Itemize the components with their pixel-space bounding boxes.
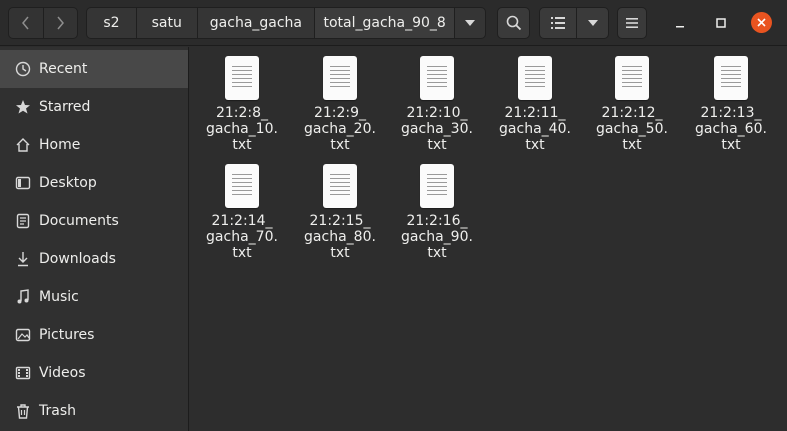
sidebar-item-music[interactable]: Music xyxy=(0,278,188,316)
file-item[interactable]: 21:2:15_ gacha_80. txt xyxy=(292,164,388,261)
path-bar: s2 satu gacha_gacha total_gacha_90_8 xyxy=(86,7,486,39)
file-item[interactable]: 21:2:12_ gacha_50. txt xyxy=(584,56,680,153)
sidebar-item-trash[interactable]: Trash xyxy=(0,392,188,430)
sidebar-item-label: Videos xyxy=(39,365,86,381)
file-name: 21:2:8_ gacha_10. txt xyxy=(206,105,278,153)
triangle-down-icon xyxy=(465,20,476,26)
maximize-icon xyxy=(716,18,726,28)
view-menu-button[interactable] xyxy=(577,8,608,38)
sidebar-item-desktop[interactable]: Desktop xyxy=(0,164,188,202)
search-button[interactable] xyxy=(497,7,530,39)
file-name: 21:2:14_ gacha_70. txt xyxy=(206,213,278,261)
text-file-icon xyxy=(518,56,552,100)
text-file-icon xyxy=(615,56,649,100)
sidebar-item-label: Downloads xyxy=(39,251,116,267)
videos-icon xyxy=(15,365,31,381)
back-button[interactable] xyxy=(9,8,43,38)
pictures-icon xyxy=(15,327,31,343)
sidebar: Recent Starred Home Desktop Documents Do… xyxy=(0,47,189,431)
forward-button[interactable] xyxy=(42,8,78,38)
file-name: 21:2:11_ gacha_40. txt xyxy=(499,105,571,153)
sidebar-item-label: Desktop xyxy=(39,175,97,191)
file-item[interactable]: 21:2:8_ gacha_10. txt xyxy=(194,56,290,153)
sidebar-item-videos[interactable]: Videos xyxy=(0,354,188,392)
breadcrumb-satu[interactable]: satu xyxy=(137,8,198,38)
breadcrumb-current-folder[interactable]: total_gacha_90_8 xyxy=(315,8,456,38)
text-file-icon xyxy=(225,56,259,100)
text-file-icon xyxy=(323,56,357,100)
sidebar-item-starred[interactable]: Starred xyxy=(0,88,188,126)
desktop-icon xyxy=(15,175,31,191)
sidebar-item-documents[interactable]: Documents xyxy=(0,202,188,240)
navigation-buttons xyxy=(8,7,78,39)
close-icon xyxy=(757,18,766,27)
file-name: 21:2:9_ gacha_20. txt xyxy=(304,105,376,153)
file-item[interactable]: 21:2:16_ gacha_90. txt xyxy=(389,164,485,261)
triangle-down-icon xyxy=(587,20,598,26)
sidebar-item-label: Pictures xyxy=(39,327,95,343)
file-item[interactable]: 21:2:14_ gacha_70. txt xyxy=(194,164,290,261)
minimize-button[interactable] xyxy=(670,14,690,32)
text-file-icon xyxy=(420,56,454,100)
close-button[interactable] xyxy=(751,12,772,33)
maximize-button[interactable] xyxy=(711,14,731,32)
sidebar-item-label: Documents xyxy=(39,213,119,229)
text-file-icon xyxy=(225,164,259,208)
file-item[interactable]: 21:2:11_ gacha_40. txt xyxy=(487,56,583,153)
breadcrumb-gacha-gacha[interactable]: gacha_gacha xyxy=(198,8,316,38)
view-options xyxy=(539,7,609,39)
minimize-icon xyxy=(676,26,684,28)
sidebar-item-label: Home xyxy=(39,137,81,153)
clock-icon xyxy=(15,61,31,77)
file-view: 21:2:8_ gacha_10. txt 21:2:9_ gacha_20. txt … xyxy=(190,47,787,431)
header-bar: s2 satu gacha_gacha total_gacha_90_8 xyxy=(0,0,787,46)
list-view-button[interactable] xyxy=(540,8,577,38)
text-file-icon xyxy=(323,164,357,208)
chevron-right-icon xyxy=(57,16,65,30)
file-name: 21:2:12_ gacha_50. txt xyxy=(596,105,668,153)
file-name: 21:2:16_ gacha_90. txt xyxy=(401,213,473,261)
list-view-icon xyxy=(551,17,565,29)
music-icon xyxy=(15,289,31,305)
file-item[interactable]: 21:2:13_ gacha_60. txt xyxy=(683,56,779,153)
trash-icon xyxy=(15,403,31,419)
sidebar-item-label: Music xyxy=(39,289,79,305)
file-item[interactable]: 21:2:9_ gacha_20. txt xyxy=(292,56,388,153)
star-icon xyxy=(15,99,31,115)
search-icon xyxy=(506,15,521,31)
text-file-icon xyxy=(714,56,748,100)
text-file-icon xyxy=(420,164,454,208)
hamburger-icon xyxy=(626,18,638,28)
file-item[interactable]: 21:2:10_ gacha_30. txt xyxy=(389,56,485,153)
path-menu-button[interactable] xyxy=(455,8,485,38)
main-menu-button[interactable] xyxy=(617,7,647,39)
sidebar-item-recent[interactable]: Recent xyxy=(0,50,188,88)
home-icon xyxy=(15,137,31,153)
sidebar-item-home[interactable]: Home xyxy=(0,126,188,164)
sidebar-item-pictures[interactable]: Pictures xyxy=(0,316,188,354)
sidebar-item-label: Starred xyxy=(39,99,91,115)
documents-icon xyxy=(15,213,31,229)
sidebar-item-downloads[interactable]: Downloads xyxy=(0,240,188,278)
sidebar-item-label: Trash xyxy=(39,403,76,419)
file-name: 21:2:10_ gacha_30. txt xyxy=(401,105,473,153)
file-name: 21:2:13_ gacha_60. txt xyxy=(695,105,767,153)
chevron-left-icon xyxy=(21,16,29,30)
breadcrumb-s2[interactable]: s2 xyxy=(87,8,137,38)
sidebar-item-label: Recent xyxy=(39,61,88,77)
file-name: 21:2:15_ gacha_80. txt xyxy=(304,213,376,261)
downloads-icon xyxy=(15,251,31,267)
